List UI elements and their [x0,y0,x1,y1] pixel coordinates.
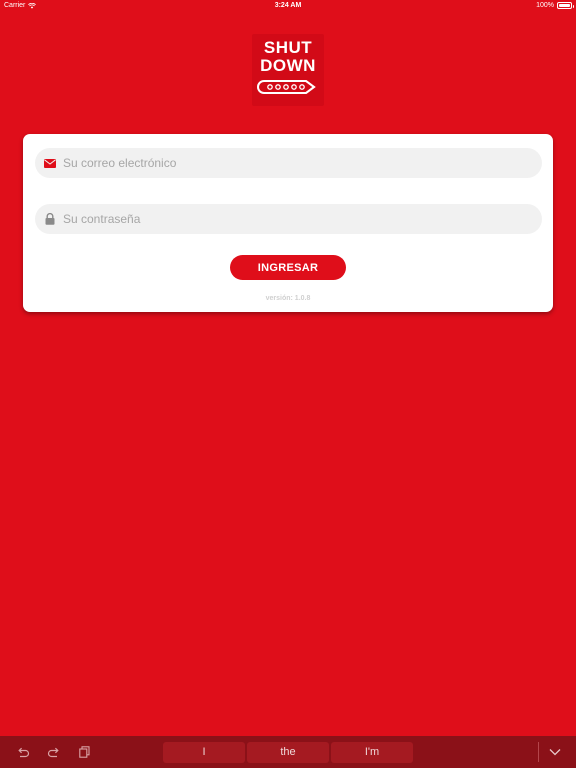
suggestion-item[interactable]: I'm [331,742,413,763]
envelope-icon [43,156,57,170]
email-input[interactable] [63,151,523,175]
status-battery: 100% [536,2,574,9]
keyboard-bar-divider [538,742,539,762]
logo-text-bottom: DOWN [260,56,316,75]
redo-icon[interactable] [46,745,60,759]
suggestion-item[interactable]: I [163,742,245,763]
logo-text-top: SHUT [263,38,313,57]
undo-icon[interactable] [16,745,30,759]
email-field-container[interactable] [35,148,542,178]
battery-icon [557,2,574,9]
suggestion-item[interactable]: the [247,742,329,763]
app-logo: SHUT DOWN [252,34,324,106]
battery-percent: 100% [536,2,554,9]
password-field-container[interactable] [35,204,542,234]
login-card: INGRESAR versión: 1.0.8 [23,134,553,312]
keyboard-shortcut-bar: I the I'm [0,736,576,768]
paste-icon[interactable] [77,745,91,759]
password-input[interactable] [63,207,523,231]
status-time: 3:24 AM [274,2,302,9]
chevron-down-icon[interactable] [548,745,562,759]
conveyor-icon [257,80,316,94]
login-button[interactable]: INGRESAR [230,255,346,280]
status-bar: Carrier 3:24 AM 100% [0,0,576,12]
lock-icon [43,212,57,226]
version-label: versión: 1.0.8 [265,295,311,302]
